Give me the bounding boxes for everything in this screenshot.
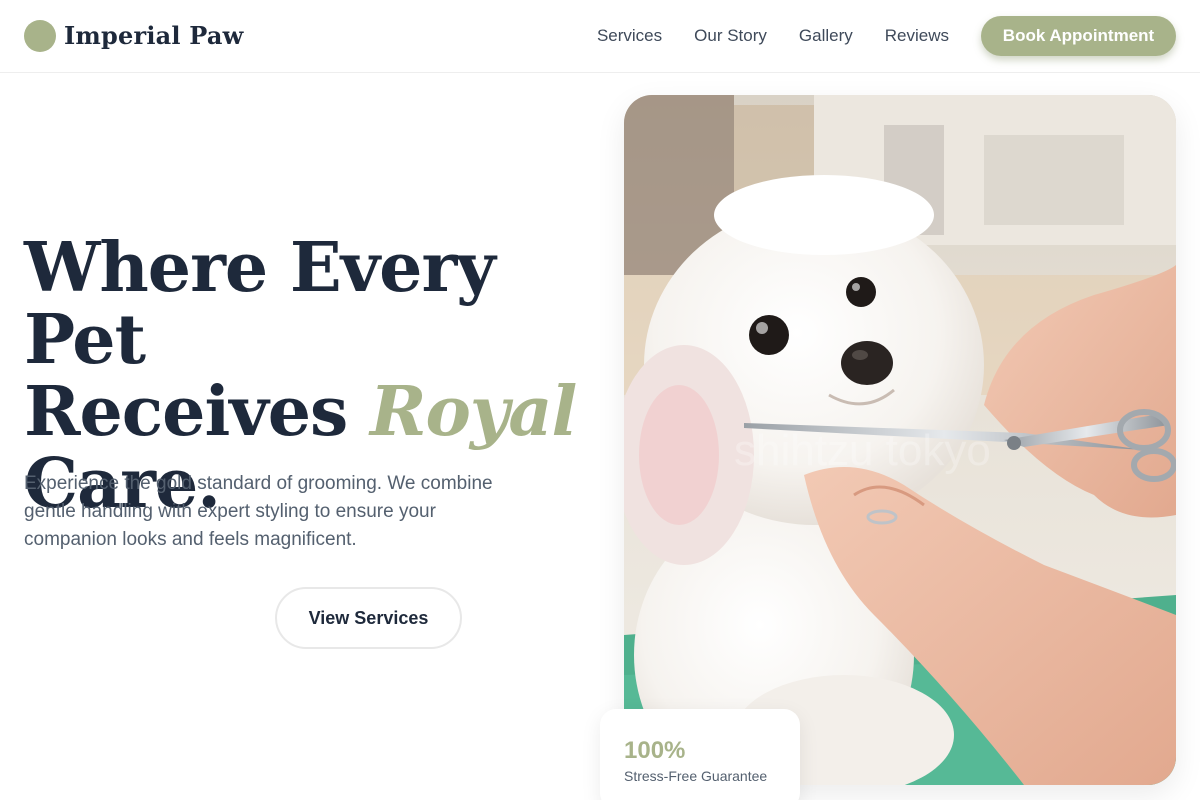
badge-label: Stress-Free Guarantee [624, 768, 768, 784]
view-services-button[interactable]: View Services [275, 587, 462, 649]
hero-title-line-1: Where Every Pet [24, 228, 496, 380]
main-nav: Services Our Story Gallery Reviews [597, 24, 949, 48]
nav-link-our-story[interactable]: Our Story [694, 24, 767, 48]
hero-image: shihtzu tokyo [624, 95, 1176, 785]
grooming-photo-illustration: shihtzu tokyo [624, 95, 1176, 785]
site-header: Imperial Paw Services Our Story Gallery … [0, 0, 1200, 73]
guarantee-badge: 100% Stress-Free Guarantee [600, 709, 800, 800]
nav-link-services[interactable]: Services [597, 24, 662, 48]
brand-name[interactable]: Imperial Paw [64, 20, 243, 52]
hero-title-accent: Royal [370, 372, 577, 452]
book-appointment-button[interactable]: Book Appointment [981, 16, 1176, 56]
nav-link-gallery[interactable]: Gallery [799, 24, 853, 48]
logo-icon[interactable] [24, 20, 56, 52]
nav-link-reviews[interactable]: Reviews [885, 24, 949, 48]
hero-title-line-2: Receives [24, 372, 371, 452]
hero-subtitle: Experience the gold standard of grooming… [24, 473, 493, 550]
badge-value: 100% [624, 737, 686, 764]
image-watermark: shihtzu tokyo [734, 426, 991, 475]
